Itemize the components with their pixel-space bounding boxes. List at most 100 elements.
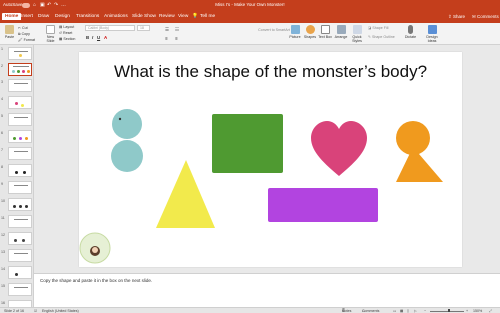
slide-thumbnail[interactable]	[8, 249, 32, 262]
slide-thumbnail[interactable]	[8, 266, 32, 279]
slide-sorter-icon[interactable]: ▦	[400, 309, 403, 313]
slide-thumbnail[interactable]	[8, 47, 32, 60]
slide-thumbnail-selected[interactable]	[8, 63, 32, 76]
shape-outline-button[interactable]: ✎ Shape Outline	[368, 35, 395, 39]
align-left-button[interactable]: ≡	[165, 36, 168, 41]
heart-shape[interactable]	[311, 121, 367, 176]
tab-review[interactable]: Review	[159, 14, 175, 19]
copy-button[interactable]: ⧉ Copy	[18, 32, 30, 36]
pen-icon: ✎	[368, 35, 372, 39]
status-bar: Slide 2 of 16 ☑ English (United States) …	[0, 307, 500, 313]
slide-thumbnail[interactable]	[8, 96, 32, 109]
design-ideas-icon	[427, 25, 437, 34]
tab-view[interactable]: View	[178, 14, 188, 19]
font-size-combo[interactable]: 18	[137, 25, 150, 31]
keyhole-shape[interactable]	[396, 121, 443, 182]
arrange-button[interactable]: Arrange	[334, 25, 348, 39]
font-name-combo[interactable]: Calibri (Body)	[85, 25, 135, 31]
thumb-shape	[21, 104, 24, 107]
tab-animations[interactable]: Animations	[104, 14, 128, 19]
reading-view-icon[interactable]: ▯	[407, 309, 409, 313]
notes-label: Notes	[342, 309, 352, 313]
slide[interactable]: What is the shape of the monster’s body?	[79, 52, 462, 267]
tab-tell-me[interactable]: Tell me	[200, 14, 215, 19]
zoom-slider[interactable]	[430, 310, 464, 312]
fit-to-window-icon[interactable]: ⤢	[489, 309, 492, 313]
arrange-icon	[336, 25, 346, 34]
shapes-button[interactable]: Shapes	[303, 25, 317, 39]
zoom-out-button[interactable]: −	[424, 309, 426, 313]
spellcheck-icon[interactable]: ☑	[34, 309, 37, 313]
format-painter-button[interactable]: 🖌 Format	[18, 38, 35, 42]
slide-thumbnail[interactable]	[8, 164, 32, 177]
tab-insert[interactable]: Insert	[21, 14, 33, 19]
numbering-button[interactable]: ☷	[175, 27, 179, 33]
bullets-button[interactable]: ☰	[165, 27, 169, 33]
slide-number: 9	[1, 182, 3, 186]
snowman-bottom-circle	[111, 140, 143, 172]
picture-button[interactable]: Picture	[288, 25, 302, 39]
document-title: Miss I's - Make Your Own Monster!	[215, 2, 285, 7]
quick-styles-button[interactable]: Quick Styles	[350, 25, 364, 43]
underline-button[interactable]: U	[97, 35, 100, 40]
language-indicator[interactable]: English (United States)	[42, 309, 79, 313]
tab-home[interactable]: Home	[2, 13, 22, 20]
cursor-dot	[118, 117, 122, 121]
shape-outline-label: Shape Outline	[372, 35, 395, 39]
thumb-shape	[15, 273, 18, 276]
new-slide-button[interactable]: New Slide	[44, 25, 57, 43]
picture-label: Picture	[289, 35, 301, 39]
slideshow-icon[interactable]: ▷	[414, 309, 417, 313]
slide-thumbnail[interactable]	[8, 79, 32, 92]
cut-button[interactable]: ✂ Cut	[18, 26, 28, 30]
slide-thumbnail[interactable]	[8, 215, 32, 228]
shapes-label: Shapes	[303, 35, 317, 39]
triangle-shape[interactable]	[156, 160, 215, 228]
slide-thumbnail[interactable]	[8, 283, 32, 296]
thumb-title-line	[14, 151, 28, 152]
slide-thumbnail[interactable]	[8, 147, 32, 160]
slide-thumbnail[interactable]	[8, 181, 32, 194]
bold-button[interactable]: B	[86, 35, 89, 40]
normal-view-icon[interactable]: ▭	[393, 309, 396, 313]
tab-slide-show[interactable]: Slide Show	[132, 14, 156, 19]
copy-icon: ⧉	[18, 32, 21, 36]
font-color-button[interactable]: A	[104, 35, 107, 40]
tab-draw[interactable]: Draw	[38, 14, 49, 19]
zoom-slider-thumb[interactable]	[448, 309, 450, 312]
slide-number: 14	[1, 267, 5, 271]
slide-thumbnail[interactable]	[8, 232, 32, 245]
dictate-button[interactable]: Dictate	[403, 25, 418, 39]
italic-button[interactable]: I	[92, 35, 93, 40]
snowman-shape[interactable]	[111, 109, 143, 172]
paste-button[interactable]: Paste	[3, 25, 16, 39]
layout-button[interactable]: ▤ Layout	[59, 25, 74, 29]
slide-shapes	[79, 109, 443, 264]
align-center-button[interactable]: ≡	[175, 36, 178, 41]
rectangle-shape[interactable]	[268, 188, 378, 222]
notes-pane[interactable]: Copy the shape and paste it in the box o…	[34, 273, 500, 307]
section-button[interactable]: ▦ Section	[59, 37, 75, 41]
slide-number: 15	[1, 284, 5, 288]
tab-design[interactable]: Design	[55, 14, 70, 19]
share-button[interactable]: ⇪ Share	[448, 14, 465, 20]
design-ideas-button[interactable]: Design Ideas	[424, 25, 440, 43]
zoom-level[interactable]: 150%	[473, 309, 482, 313]
slide-thumbnail[interactable]	[8, 113, 32, 126]
slide-thumbnail[interactable]	[8, 198, 32, 211]
thumb-title-line	[14, 51, 28, 52]
comments-button[interactable]: ✉ Comments	[472, 14, 499, 20]
lightbulb-icon: 💡	[192, 14, 198, 19]
thumb-shape	[19, 54, 22, 57]
text-box-button[interactable]: Text Box	[318, 25, 332, 39]
tab-transitions[interactable]: Transitions	[76, 14, 99, 19]
slide-thumbnail-pane[interactable]: 1 2 3 4 5 6 7 8 9 10 11 12 13 14 15 16	[0, 45, 34, 307]
slide-thumbnail[interactable]	[8, 300, 32, 307]
square-shape[interactable]	[212, 114, 283, 173]
zoom-in-button[interactable]: +	[466, 309, 468, 313]
convert-smartart-button[interactable]: Convert to SmartArt	[258, 28, 290, 32]
notes-text[interactable]: Copy the shape and paste it in the box o…	[40, 278, 152, 283]
reset-button[interactable]: ↺ Reset	[59, 31, 72, 35]
slide-thumbnail[interactable]	[8, 130, 32, 143]
shape-fill-button[interactable]: ◪ Shape Fill	[368, 26, 388, 30]
